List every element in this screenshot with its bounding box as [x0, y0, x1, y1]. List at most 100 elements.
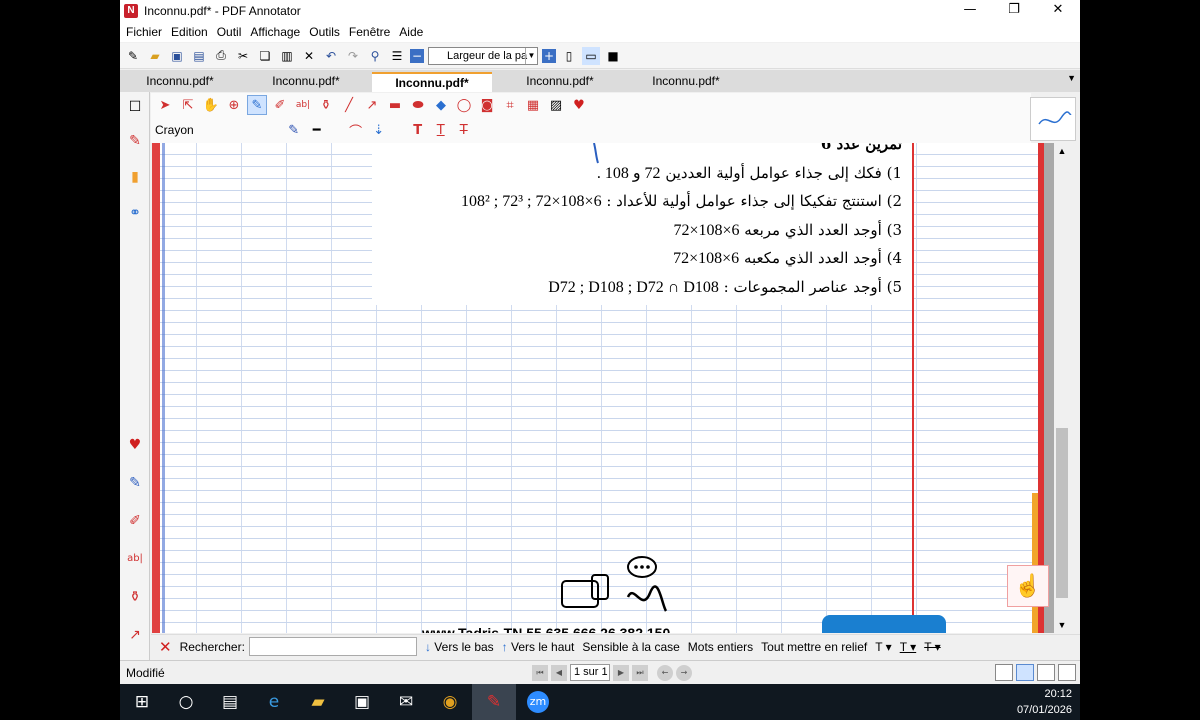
text-select-icon[interactable]: ⇱: [178, 95, 198, 115]
fit-width-icon[interactable]: ▭: [582, 46, 600, 65]
delete-icon[interactable]: ✕: [300, 47, 318, 65]
menu-fichier[interactable]: Fichier: [126, 25, 162, 39]
lasso-icon[interactable]: ◯: [454, 95, 474, 115]
menu-outils[interactable]: Outils: [309, 25, 340, 39]
close-search-icon[interactable]: ✕: [159, 638, 172, 656]
smooth-curve-icon[interactable]: ⌒: [346, 120, 366, 140]
crop-icon[interactable]: ⌗: [500, 95, 520, 115]
next-page-icon[interactable]: ▶: [613, 664, 629, 681]
menu-affichage[interactable]: Affichage: [250, 25, 300, 39]
scrollbar-thumb[interactable]: [1056, 428, 1068, 598]
eraser-icon[interactable]: ◆: [431, 95, 451, 115]
two-page-continuous-view-icon[interactable]: [1058, 664, 1076, 681]
hand-icon[interactable]: ✋: [201, 95, 221, 115]
last-page-icon[interactable]: ⏭: [632, 664, 648, 681]
paste-icon[interactable]: ▥: [278, 47, 296, 65]
task-view-icon[interactable]: ▤: [208, 684, 252, 720]
text-strikethrough-icon[interactable]: T: [454, 120, 474, 140]
ruler-icon[interactable]: ▦: [523, 95, 543, 115]
scroll-up-icon[interactable]: ▲: [1054, 143, 1070, 159]
chrome-icon[interactable]: ◉: [428, 684, 472, 720]
redo-icon[interactable]: ↷: [344, 47, 362, 65]
tab-document-4[interactable]: Inconnu.pdf*: [500, 72, 620, 92]
line-icon[interactable]: ╱: [339, 95, 359, 115]
minimize-button[interactable]: —: [948, 0, 992, 22]
tab-document-1[interactable]: Inconnu.pdf*: [120, 72, 240, 92]
zoom-select[interactable]: Largeur de la pa ▼: [428, 46, 538, 65]
undo-icon[interactable]: ↶: [322, 47, 340, 65]
continuous-view-icon[interactable]: [1016, 664, 1034, 681]
cut-icon[interactable]: ✂: [234, 47, 252, 65]
start-icon[interactable]: ⊞: [120, 684, 164, 720]
tab-document-3[interactable]: Inconnu.pdf*: [372, 72, 492, 92]
pdf-annotator-taskbar-icon[interactable]: ✎: [472, 684, 516, 720]
highlighter-icon[interactable]: ✐: [124, 510, 146, 532]
edge-icon[interactable]: e: [252, 684, 296, 720]
search-input[interactable]: [248, 637, 417, 656]
ellipse-icon[interactable]: ⬬: [408, 95, 428, 115]
ink-annotation[interactable]: [552, 143, 772, 203]
mail-icon[interactable]: ✉: [384, 684, 428, 720]
tabs-menu-icon[interactable]: ▼: [1067, 73, 1076, 83]
document-viewport[interactable]: تمرين عدد 6 1) فكك إلى جذاء عوامل أولية …: [152, 143, 1054, 633]
rectangle-icon[interactable]: ▬: [385, 95, 405, 115]
page-indicator[interactable]: 1 sur 1: [570, 664, 610, 681]
attachment-icon[interactable]: ⚭: [124, 202, 146, 224]
pen-tool-icon[interactable]: ✎: [124, 472, 146, 494]
arrow-icon[interactable]: ↗: [124, 624, 146, 646]
print-icon[interactable]: ⎙: [212, 47, 230, 65]
tab-document-2[interactable]: Inconnu.pdf*: [246, 72, 366, 92]
taskbar-clock[interactable]: 20:12 07/01/2026: [1017, 686, 1072, 718]
menu-edition[interactable]: Edition: [171, 25, 208, 39]
close-button[interactable]: ✕: [1036, 0, 1080, 22]
zoom-in-icon[interactable]: +: [542, 48, 556, 63]
tab-document-5[interactable]: Inconnu.pdf*: [626, 72, 746, 92]
hand-icon[interactable]: ☝: [1007, 565, 1049, 607]
first-page-icon[interactable]: ⏮: [532, 664, 548, 681]
camera-icon[interactable]: ◙: [477, 95, 497, 115]
single-page-icon[interactable]: ▯: [560, 47, 578, 65]
search-up-button[interactable]: ↑ Vers le haut: [502, 640, 575, 654]
single-page-view-icon[interactable]: [995, 664, 1013, 681]
pen-color-icon[interactable]: ✎: [284, 120, 304, 140]
file-explorer-icon[interactable]: ▰: [296, 684, 340, 720]
zoom-app-icon[interactable]: zm: [516, 684, 560, 720]
zoom-icon[interactable]: ⊕: [224, 95, 244, 115]
fullscreen-icon[interactable]: ■: [604, 47, 622, 65]
previous-page-icon[interactable]: ◀: [551, 664, 567, 681]
stamp-icon[interactable]: ⚱: [316, 95, 336, 115]
highlighter-icon[interactable]: ✐: [270, 95, 290, 115]
forward-icon[interactable]: →: [676, 664, 692, 681]
text-underline-icon[interactable]: T: [431, 120, 451, 140]
zoom-out-icon[interactable]: −: [410, 48, 424, 63]
menu-fenetre[interactable]: Fenêtre: [349, 25, 390, 39]
stamp-icon[interactable]: ⚱: [124, 586, 146, 608]
text-strikethrough-icon[interactable]: T ▾: [924, 640, 940, 654]
favorites-icon[interactable]: ♥: [569, 95, 589, 115]
new-icon[interactable]: ✎: [124, 47, 142, 65]
arrow-icon[interactable]: ↗: [362, 95, 382, 115]
maximize-button[interactable]: ❐: [992, 0, 1036, 22]
pdf-page[interactable]: تمرين عدد 6 1) فكك إلى جذاء عوامل أولية …: [152, 143, 920, 633]
back-icon[interactable]: ←: [657, 664, 673, 681]
text-highlight-icon[interactable]: T ▾: [875, 640, 891, 654]
scroll-down-icon[interactable]: ▼: [1054, 617, 1070, 633]
highlight-all-toggle[interactable]: Tout mettre en relief: [761, 640, 867, 654]
vertical-scrollbar[interactable]: ▲ ▼: [1054, 143, 1070, 633]
find-icon[interactable]: ⚲: [366, 47, 384, 65]
two-page-view-icon[interactable]: [1037, 664, 1055, 681]
copy-icon[interactable]: ❏: [256, 47, 274, 65]
whole-words-toggle[interactable]: Mots entiers: [688, 640, 753, 654]
pen-icon[interactable]: ✎: [247, 95, 267, 115]
note-icon[interactable]: ▮: [124, 166, 146, 188]
text-box-icon[interactable]: ab|: [293, 95, 313, 115]
match-case-toggle[interactable]: Sensible à la case: [582, 640, 679, 654]
text-underline-icon[interactable]: T ▾: [900, 640, 916, 654]
line-width-icon[interactable]: ━: [307, 120, 327, 140]
page-options-icon[interactable]: ☰: [388, 47, 406, 65]
save-as-icon[interactable]: ▤: [190, 47, 208, 65]
menu-outil[interactable]: Outil: [217, 25, 242, 39]
pressure-icon[interactable]: ⇣: [369, 120, 389, 140]
insert-image-icon[interactable]: ▨: [546, 95, 566, 115]
save-icon[interactable]: ▣: [168, 47, 186, 65]
